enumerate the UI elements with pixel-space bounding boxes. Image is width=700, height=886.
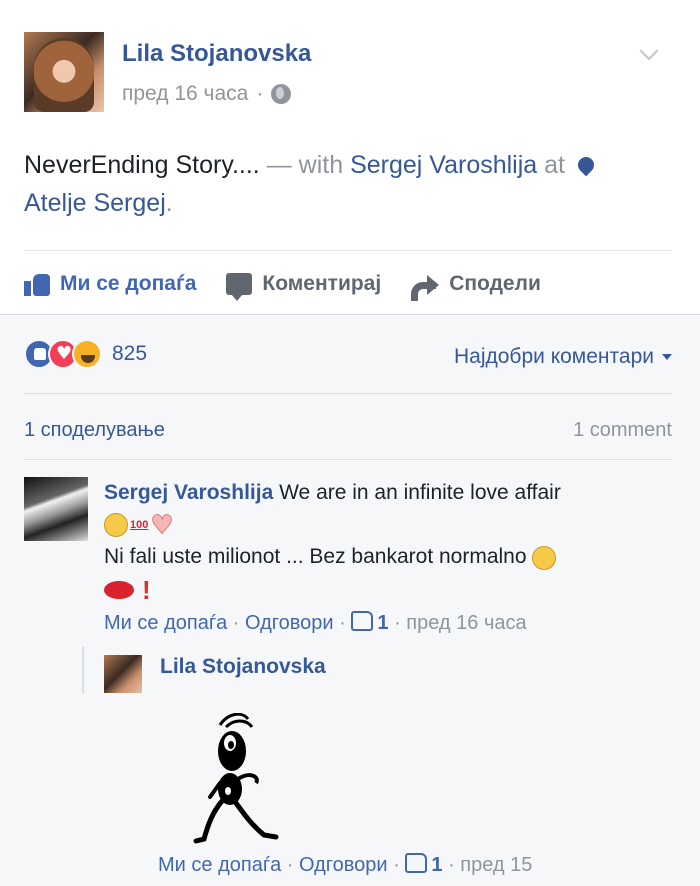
reply-like-count[interactable]: 1 (431, 854, 442, 876)
globe-icon (271, 84, 292, 104)
haha-reaction-icon (72, 339, 102, 369)
shares-count[interactable]: 1 споделување (24, 419, 165, 442)
comment-like-count[interactable]: 1 (377, 612, 388, 634)
share-label: Сподели (449, 272, 541, 295)
reply-reply-link[interactable]: Одговори (299, 854, 388, 876)
reply-like-link[interactable]: Ми се допаѓа (158, 854, 281, 876)
location-pin-icon (574, 153, 598, 177)
comment-time[interactable]: пред 16 часа (406, 612, 526, 634)
comment-reply-link[interactable]: Одговори (245, 612, 334, 634)
comment-body: Sergej Varoshlija We are in an infinite … (104, 477, 684, 606)
comment-label: Коментирај (262, 272, 382, 295)
crying-laughing-emoji-icon (532, 545, 557, 570)
thumbs-up-icon (24, 272, 50, 296)
like-button[interactable]: Ми се допаѓа (24, 272, 196, 296)
thumbs-up-outline-icon (405, 853, 428, 873)
divider (24, 250, 672, 251)
post-card: Lila Stojanovska пред 16 часа · NeverEnd… (0, 0, 700, 314)
comments-count[interactable]: 1 comment (573, 419, 672, 442)
dot-separator: · (387, 854, 406, 876)
dot-separator: · (442, 854, 461, 876)
share-icon (411, 273, 440, 301)
post-actions: Ми се допаѓа Коментирај Сподели (24, 266, 571, 302)
chevron-down-icon[interactable] (639, 41, 659, 61)
post-text-end: . (165, 189, 173, 217)
reactions-summary[interactable]: 825 (24, 339, 147, 369)
commenter-avatar[interactable] (24, 477, 88, 541)
place-link[interactable]: Atelje Sergej (24, 189, 166, 217)
like-label: Ми се допаѓа (60, 272, 197, 295)
heart-emoji-icon: ♥ (150, 510, 174, 541)
comment-text-2: Ni fali uste milionot ... Bez bankarot n… (104, 545, 527, 569)
comment-like-link[interactable]: Ми се допаѓа (104, 612, 227, 634)
post-text-main: NeverEnding Story.... (24, 151, 260, 179)
post-meta: пред 16 часа · (122, 82, 292, 106)
comment-icon (226, 273, 253, 301)
divider (24, 393, 672, 394)
dot-separator: · (388, 612, 407, 634)
hundred-emoji-icon: 100 (130, 519, 149, 532)
exclamation-emoji-icon: ! (142, 574, 151, 605)
sort-comments-dropdown[interactable]: Најдобри коментари (454, 345, 672, 369)
author-avatar[interactable] (24, 32, 104, 112)
reply-author-name[interactable]: Lila Stojanovska (160, 655, 326, 679)
post-author[interactable]: Lila Stojanovska (122, 40, 311, 68)
tongue-emoji-icon (104, 513, 128, 538)
comments-section: 825 Најдобри коментари 1 споделување 1 c… (0, 314, 700, 886)
dot-separator: · (333, 612, 352, 634)
lips-emoji-icon (104, 580, 134, 599)
divider (24, 459, 672, 460)
commenter-name[interactable]: Sergej Varoshlija (104, 481, 273, 504)
share-button[interactable]: Сподели (411, 272, 541, 301)
reply-actions: Ми се допаѓа · Одговори · 1 · пред 15 (158, 853, 532, 877)
dot-separator: · (227, 612, 246, 634)
dot-separator: · (281, 854, 300, 876)
comment-actions: Ми се допаѓа · Одговори · 1 · пред 16 ча… (104, 611, 527, 635)
reply-time[interactable]: пред 15 (460, 854, 532, 876)
reply-thread-line (82, 647, 84, 693)
post-text-at: at (537, 151, 572, 179)
reply-author-avatar[interactable] (104, 655, 142, 693)
comment-button[interactable]: Коментирај (226, 272, 382, 301)
post-text-with: — with (259, 151, 351, 179)
thumbs-up-outline-icon (351, 611, 374, 631)
ant-sticker (193, 713, 279, 844)
tagged-person-link[interactable]: Sergej Varoshlija (350, 151, 537, 179)
post-text: NeverEnding Story.... — with Sergej Varo… (24, 146, 674, 222)
meta-separator: · (256, 82, 264, 105)
post-time[interactable]: пред 16 часа (122, 82, 248, 106)
comment-text-1: We are in an infinite love affair (279, 481, 561, 504)
reaction-count[interactable]: 825 (112, 342, 147, 366)
